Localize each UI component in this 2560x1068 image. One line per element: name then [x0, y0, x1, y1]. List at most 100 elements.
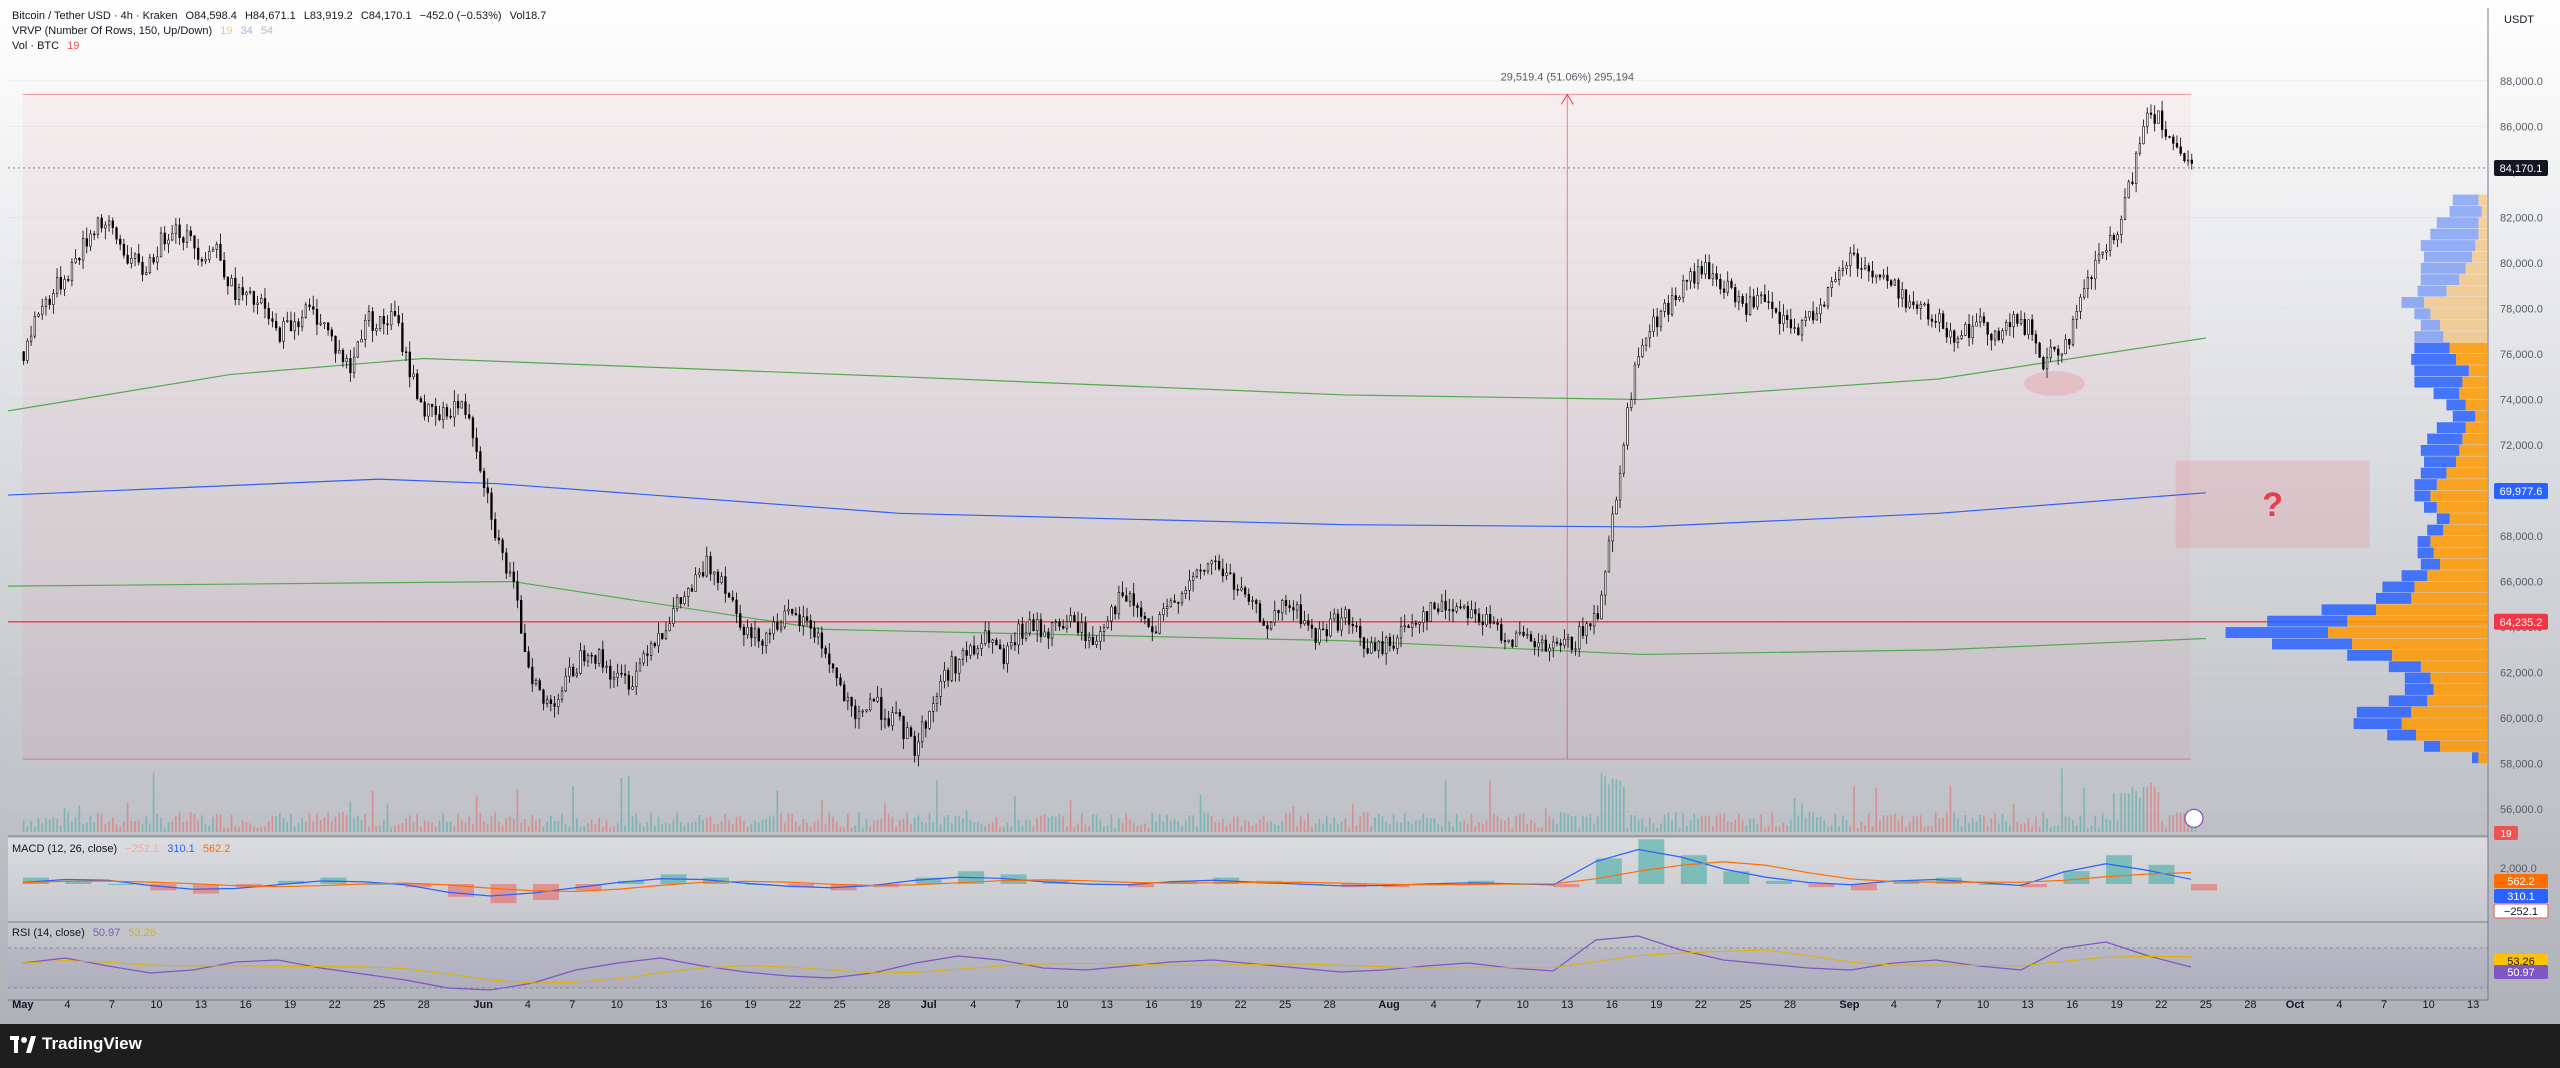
candle-down — [330, 329, 333, 337]
candle-down — [386, 323, 389, 326]
candle-up — [1604, 571, 1607, 596]
price-tag-current[interactable]: 84,170.1 — [2500, 163, 2543, 175]
volume-bar-up — [980, 824, 983, 832]
replay-icon[interactable] — [2184, 808, 2204, 828]
candle-down — [1388, 637, 1392, 647]
rsi-value-tag: 50.97 — [2507, 967, 2535, 979]
candle-down — [1325, 629, 1328, 637]
candle-down — [2053, 346, 2056, 350]
candle-down — [2016, 314, 2019, 324]
candle-up — [2083, 288, 2086, 298]
volume-bar-up — [1203, 812, 1206, 832]
candle-down — [479, 451, 482, 472]
volume-bar-up — [628, 776, 630, 832]
profile-bar-down — [2328, 627, 2488, 638]
profile-bar-up — [2420, 319, 2440, 331]
profile-bar-up — [2417, 536, 2431, 547]
candle-down — [653, 643, 656, 647]
measure-label: 29,519.4 (51.06%) 295,194 — [1501, 71, 1634, 83]
tradingview-logo[interactable]: TradingView — [10, 1034, 142, 1054]
volume-bar-down — [1708, 815, 1710, 832]
volume-bar-up — [41, 823, 44, 832]
volume-bar-down — [2176, 812, 2178, 832]
volume-bar-down — [891, 816, 894, 832]
candle-down — [85, 238, 88, 247]
vrvp-legend[interactable]: VRVP (Number Of Rows, 150, Up/Down) 19 3… — [12, 25, 278, 37]
price-tick-label: 72,000.0 — [2500, 440, 2543, 452]
vol-tag[interactable]: 19 — [2500, 829, 2512, 840]
volume-bar-up — [1199, 794, 1202, 832]
candle-up — [1240, 587, 1243, 591]
candle-down — [2153, 114, 2156, 124]
candle-up — [1455, 606, 1458, 612]
profile-bar-up — [2472, 752, 2479, 764]
volume-bar-down — [137, 820, 140, 832]
volume-bar-down — [1489, 780, 1491, 832]
candle-down — [486, 487, 489, 494]
volume-bar-up — [925, 823, 927, 832]
candle-down — [1351, 623, 1354, 627]
rsi-label[interactable]: RSI (14, close) — [12, 927, 85, 939]
candle-up — [1024, 632, 1028, 639]
candle-up — [668, 623, 671, 632]
macd-label[interactable]: MACD (12, 26, close) — [12, 843, 117, 855]
volume-bar-up — [1793, 798, 1796, 832]
profile-bar-up — [2401, 297, 2424, 308]
candle-down — [1871, 270, 1874, 278]
candle-up — [1281, 600, 1284, 614]
profile-bar-down — [2436, 501, 2488, 513]
volume-bar-down — [735, 816, 738, 832]
symbol-title[interactable]: Bitcoin / Tether USD · 4h · Kraken — [12, 10, 177, 22]
candle-up — [779, 626, 783, 630]
volume-bar-down — [483, 821, 485, 832]
volume-bar-up — [676, 812, 678, 832]
symbol-legend[interactable]: Bitcoin / Tether USD · 4h · Kraken O84,5… — [12, 10, 551, 22]
volume-bar-up — [1429, 818, 1432, 832]
candle-up — [568, 666, 571, 677]
price-tick-label: 80,000.0 — [2500, 258, 2543, 270]
candle-up — [208, 251, 211, 260]
volume-bar-up — [1596, 816, 1599, 832]
volume-bar-up — [1162, 821, 1165, 832]
candle-up — [1518, 631, 1522, 634]
vol-label[interactable]: Vol · BTC — [12, 40, 59, 52]
profile-bar-up — [2424, 251, 2472, 263]
vrvp-value-1: 19 — [220, 25, 233, 37]
volume-bar-down — [850, 827, 853, 832]
candle-up — [802, 616, 805, 626]
candle-down — [401, 322, 404, 353]
vol-legend[interactable]: Vol · BTC 19 — [12, 40, 84, 52]
candle-up — [1050, 622, 1054, 639]
candle-down — [791, 608, 794, 614]
vrvp-label[interactable]: VRVP (Number Of Rows, 150, Up/Down) — [12, 25, 212, 37]
candle-up — [1726, 280, 1729, 293]
volume-bar-down — [1949, 786, 1952, 832]
volume-bar-up — [1790, 819, 1792, 832]
measure-tool[interactable]: 29,519.4 (51.06%) 295,194 — [22, 71, 2191, 760]
candle-down — [308, 304, 311, 308]
currency-label[interactable]: USDT — [2504, 14, 2534, 26]
candle-up — [2086, 277, 2090, 290]
time-tick-label: Sep — [1839, 999, 1859, 1011]
candle-up — [1507, 639, 1510, 642]
candle-up — [2019, 319, 2023, 324]
candle-up — [635, 670, 638, 687]
rsi-legend[interactable]: RSI (14, close) 50.97 53.26 — [12, 927, 161, 939]
volume-bar-up — [1099, 819, 1102, 832]
candle-down — [445, 407, 449, 417]
highlight-ellipse[interactable] — [2023, 371, 2085, 396]
profile-bar-up — [2387, 729, 2416, 741]
candle-up — [1837, 270, 1841, 281]
candle-down — [850, 696, 853, 707]
volume-bar-down — [1069, 800, 1072, 832]
price-tag-blue-ma[interactable]: 69,977.6 — [2500, 486, 2543, 498]
volume-bar-down — [427, 821, 430, 832]
candle-down — [471, 417, 475, 439]
candle-down — [572, 666, 575, 677]
price-tag-horizontal[interactable]: 64,235.2 — [2500, 617, 2543, 629]
macd-legend[interactable]: MACD (12, 26, close) −252.1 310.1 562.2 — [12, 843, 235, 855]
candle-down — [839, 677, 842, 686]
candle-down — [831, 663, 835, 669]
candle-down — [2008, 322, 2012, 328]
volume-bar-up — [672, 819, 675, 832]
